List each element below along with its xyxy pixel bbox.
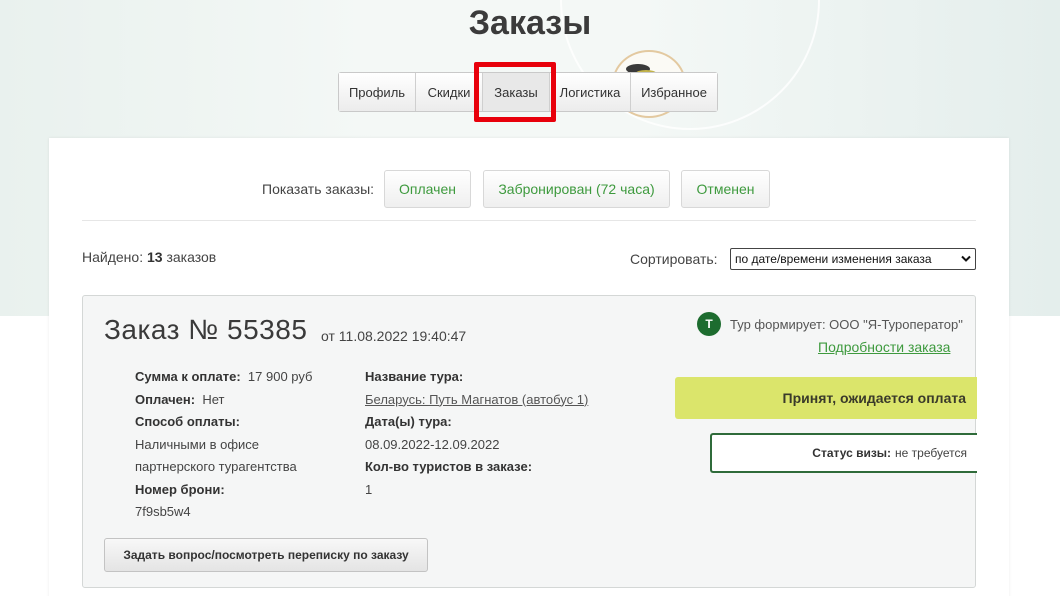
tourists-value: 1	[365, 481, 373, 497]
visa-label: Статус визы:	[812, 446, 892, 460]
order-details-link[interactable]: Подробности заказа	[818, 339, 950, 355]
booking-value: 7f9sb5w4	[135, 504, 191, 519]
tab-favorites[interactable]: Избранное	[631, 73, 717, 111]
tab-orders[interactable]: Заказы	[483, 73, 550, 111]
amount-row: Сумма к оплате: 17 900 руб	[135, 366, 312, 389]
order-payment-info: Сумма к оплате: 17 900 руб Оплачен: Нет …	[135, 366, 312, 524]
page-title: Заказы	[468, 4, 592, 42]
payment-method-line2: партнерского турагентства	[135, 459, 297, 474]
order-status-badge: Принят, ожидается оплата	[675, 377, 977, 419]
chevron-down-icon	[961, 252, 971, 266]
payment-method-line1: Наличными в офисе	[135, 436, 260, 452]
ask-question-button[interactable]: Задать вопрос/посмотреть переписку по за…	[104, 538, 428, 572]
visa-value: не требуется	[895, 446, 967, 460]
tour-operator: T Тур формирует: ООО "Я-Туроператор"	[697, 312, 963, 336]
order-card: Заказ № 55385 от 11.08.2022 19:40:47 Сум…	[82, 295, 977, 588]
filter-cancelled-button[interactable]: Отменен	[681, 170, 770, 208]
divider	[82, 220, 976, 221]
account-tabs: Профиль Скидки Заказы Логистика Избранно…	[338, 72, 718, 112]
found-number: 13	[146, 249, 163, 265]
found-suffix: заказов	[166, 249, 217, 265]
tour-name-link[interactable]: Беларусь: Путь Магнатов (автобус 1)	[365, 389, 588, 412]
sort-select-value: по дате/времени изменения заказа	[735, 252, 932, 266]
tourists-label: Кол-во туристов в заказе:	[365, 459, 533, 474]
amount-label: Сумма к оплате:	[135, 369, 241, 384]
sort-select[interactable]: по дате/времени изменения заказа	[730, 248, 976, 270]
visa-status: Статус визы: не требуется	[710, 433, 977, 473]
order-tour-info: Название тура: Беларусь: Путь Магнатов (…	[365, 366, 588, 501]
filter-label: Показать заказы:	[262, 181, 375, 197]
tab-discounts[interactable]: Скидки	[416, 73, 483, 111]
operator-text: Тур формирует: ООО "Я-Туроператор"	[730, 316, 963, 332]
booking-label: Номер брони:	[135, 481, 225, 497]
found-count: Найдено: 13 заказов	[82, 249, 216, 265]
paid-value: Нет	[202, 391, 225, 407]
filter-booked-button[interactable]: Забронирован (72 часа)	[483, 170, 670, 208]
tour-dates-label: Дата(ы) тура:	[365, 414, 452, 429]
order-filter: Показать заказы: Оплачен Забронирован (7…	[49, 170, 1009, 208]
order-date: от 11.08.2022 19:40:47	[321, 328, 467, 344]
paid-label: Оплачен:	[135, 391, 196, 407]
operator-badge-icon: T	[697, 312, 721, 336]
filter-paid-button[interactable]: Оплачен	[384, 170, 471, 208]
payment-method-label: Способ оплаты:	[135, 414, 240, 429]
found-prefix: Найдено:	[82, 249, 144, 265]
tab-logistics[interactable]: Логистика	[550, 73, 631, 111]
amount-value: 17 900 руб	[247, 369, 313, 384]
tour-name-label: Название тура:	[365, 369, 464, 384]
sort-label: Сортировать:	[630, 251, 718, 267]
tab-profile[interactable]: Профиль	[339, 73, 416, 111]
orders-panel: Показать заказы: Оплачен Забронирован (7…	[49, 138, 1009, 596]
paid-row: Оплачен: Нет	[135, 389, 312, 412]
order-number: Заказ № 55385	[104, 314, 308, 345]
tour-dates-value: 08.09.2022-12.09.2022	[365, 436, 500, 452]
